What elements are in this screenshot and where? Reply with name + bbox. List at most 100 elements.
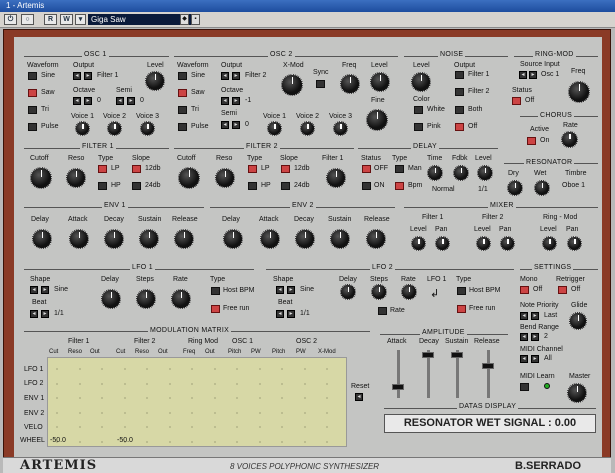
osc2-tri-button[interactable] xyxy=(178,106,187,114)
osc1-sine-button[interactable] xyxy=(28,72,37,80)
filter1-cutoff-knob[interactable] xyxy=(30,167,52,189)
osc1-level-knob[interactable] xyxy=(145,71,165,91)
matrix-cell[interactable] xyxy=(326,411,328,414)
matrix-cell[interactable] xyxy=(56,426,58,428)
lfo1-free-button[interactable] xyxy=(211,305,220,313)
matrix-cell[interactable] xyxy=(213,411,216,414)
ringmod-source-prev[interactable]: ◂ xyxy=(519,71,527,79)
filter1-reso-knob[interactable] xyxy=(66,168,86,188)
noise-both-button[interactable] xyxy=(455,106,464,114)
filter1-hp-button[interactable] xyxy=(98,182,107,190)
matrix-cell[interactable] xyxy=(258,397,261,399)
filter2-24db-button[interactable] xyxy=(281,182,290,190)
lfo1-rate-knob[interactable] xyxy=(171,289,191,309)
osc1-octave-next[interactable]: ▸ xyxy=(84,97,92,105)
osc1-output-prev[interactable]: ◂ xyxy=(73,72,81,80)
chorus-on-button[interactable] xyxy=(527,137,536,145)
lfo1-delay-knob[interactable] xyxy=(101,289,121,309)
settings-midich-next[interactable]: ▸ xyxy=(531,355,539,363)
ringmod-source-next[interactable]: ▸ xyxy=(529,71,537,79)
env1-delay-knob[interactable] xyxy=(32,229,52,249)
matrix-cell[interactable] xyxy=(146,397,148,399)
amp-decay-fader[interactable] xyxy=(422,352,434,358)
matrix-cell[interactable] xyxy=(56,382,58,385)
env1-release-knob[interactable] xyxy=(174,229,194,249)
matrix-cell[interactable] xyxy=(146,426,148,428)
preset-save-icon[interactable]: ▪ xyxy=(191,14,200,25)
env1-attack-knob[interactable] xyxy=(69,229,89,249)
ringmod-status-button[interactable] xyxy=(512,97,521,105)
matrix-cell[interactable] xyxy=(326,397,328,399)
matrix-cell[interactable] xyxy=(281,411,283,414)
preset-dropdown-icon[interactable]: ◆ xyxy=(180,14,189,25)
settings-bend-next[interactable]: ▸ xyxy=(531,333,539,341)
matrix-cell[interactable] xyxy=(78,411,81,414)
matrix-cell[interactable] xyxy=(236,440,238,443)
matrix-cell[interactable] xyxy=(168,411,171,414)
osc2-semi-next[interactable]: ▸ xyxy=(232,121,240,129)
lfo1-host-button[interactable] xyxy=(211,287,220,295)
settings-midich-prev[interactable]: ◂ xyxy=(520,355,528,363)
env1-sustain-knob[interactable] xyxy=(139,229,159,249)
matrix-cell[interactable] xyxy=(213,397,216,399)
osc2-octave-prev[interactable]: ◂ xyxy=(221,97,229,105)
delay-level-knob[interactable] xyxy=(477,165,493,181)
matrix-cell[interactable] xyxy=(146,411,148,414)
matrix-cell[interactable] xyxy=(213,426,216,428)
delay-bpm-button[interactable] xyxy=(395,182,404,190)
mixer-f1-pan-knob[interactable] xyxy=(435,236,450,251)
matrix-cell[interactable] xyxy=(56,411,58,414)
ringmod-freq-knob[interactable] xyxy=(568,81,590,103)
matrix-cell[interactable] xyxy=(326,426,328,428)
env2-decay-knob[interactable] xyxy=(295,229,315,249)
osc2-sync-button[interactable] xyxy=(316,80,325,88)
matrix-cell[interactable] xyxy=(258,440,261,443)
matrix-cell[interactable] xyxy=(213,382,216,385)
mixer-f2-level-knob[interactable] xyxy=(476,236,491,251)
osc2-voice1-knob[interactable] xyxy=(267,121,282,136)
mixer-rm-pan-knob[interactable] xyxy=(567,236,582,251)
osc1-saw-button[interactable] xyxy=(28,89,37,97)
mixer-f1-level-knob[interactable] xyxy=(411,236,426,251)
env2-attack-knob[interactable] xyxy=(260,229,280,249)
matrix-cell[interactable] xyxy=(236,368,238,370)
matrix-cell[interactable] xyxy=(191,411,193,414)
osc2-sine-button[interactable] xyxy=(178,72,187,80)
lfo1-beat-next[interactable]: ▸ xyxy=(41,310,49,318)
read-automation-button[interactable]: R xyxy=(44,14,57,25)
matrix-reset-button[interactable]: ◂ xyxy=(355,393,363,401)
matrix-cell[interactable] xyxy=(281,426,283,428)
osc1-voice2-knob[interactable] xyxy=(107,121,122,136)
matrix-cell[interactable] xyxy=(281,382,283,385)
lfo1-shape-prev[interactable]: ◂ xyxy=(30,286,38,294)
matrix-cell[interactable] xyxy=(123,411,126,414)
lfo2-beat-next[interactable]: ▸ xyxy=(287,310,295,318)
preset-name-field[interactable]: Giga Saw xyxy=(88,14,194,25)
matrix-cell[interactable] xyxy=(303,411,306,414)
matrix-cell[interactable] xyxy=(326,368,328,370)
noise-filter2-button[interactable] xyxy=(455,88,464,96)
osc1-voice3-knob[interactable] xyxy=(140,121,155,136)
matrix-cell[interactable] xyxy=(213,368,216,370)
matrix-cell[interactable] xyxy=(258,382,261,385)
osc2-output-next[interactable]: ▸ xyxy=(232,72,240,80)
chorus-rate-knob[interactable] xyxy=(561,131,578,148)
matrix-cell[interactable] xyxy=(281,397,283,399)
matrix-cell[interactable] xyxy=(168,382,171,385)
osc1-tri-button[interactable] xyxy=(28,106,37,114)
matrix-cell[interactable] xyxy=(146,440,148,443)
matrix-grid[interactable] xyxy=(47,357,347,447)
osc2-level-knob[interactable] xyxy=(370,72,390,92)
matrix-cell[interactable] xyxy=(78,397,81,399)
matrix-cell[interactable] xyxy=(78,426,81,428)
delay-off-button[interactable] xyxy=(362,165,371,173)
filter1-12db-button[interactable] xyxy=(132,165,141,173)
osc1-pulse-button[interactable] xyxy=(28,123,37,131)
lfo2-delay-knob[interactable] xyxy=(340,284,356,300)
osc2-pulse-button[interactable] xyxy=(178,123,187,131)
matrix-cell[interactable] xyxy=(191,368,193,370)
lfo2-free-button[interactable] xyxy=(457,305,466,313)
power-icon[interactable]: ⏻ xyxy=(4,14,17,25)
matrix-cell[interactable] xyxy=(303,382,306,385)
osc2-fine-knob[interactable] xyxy=(366,109,388,131)
